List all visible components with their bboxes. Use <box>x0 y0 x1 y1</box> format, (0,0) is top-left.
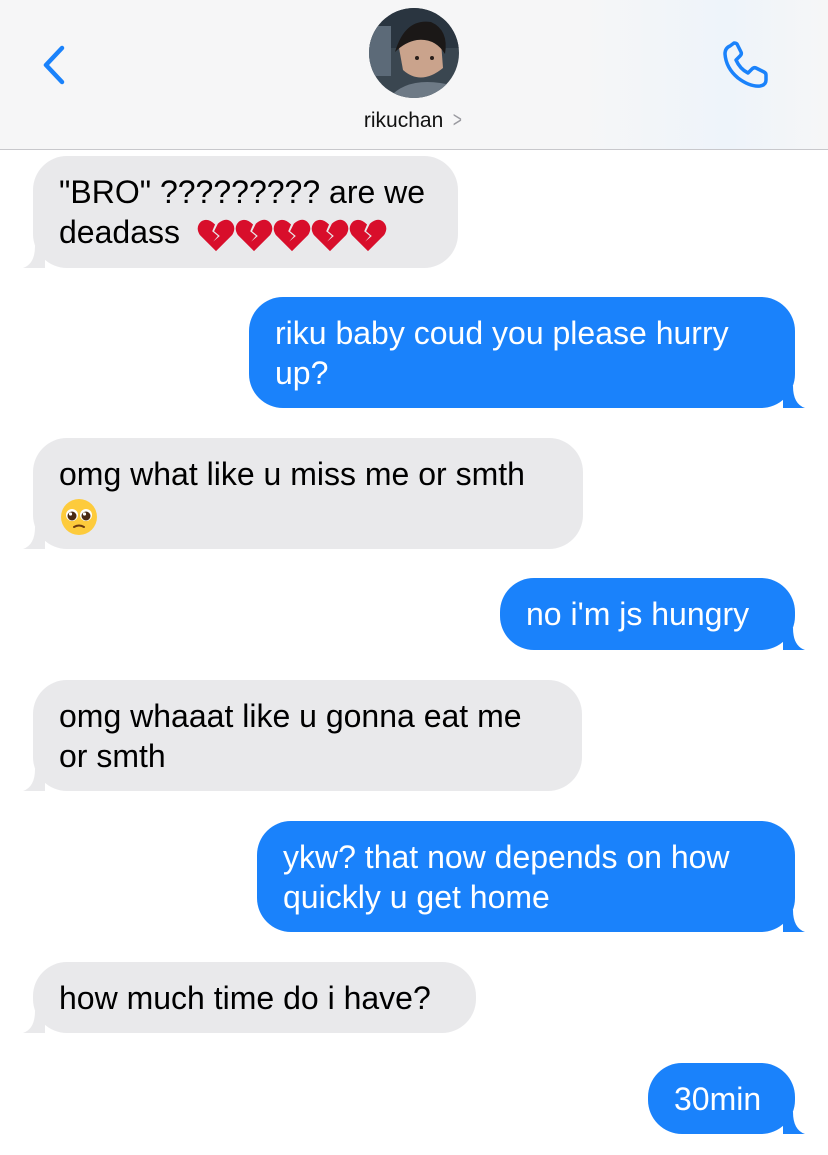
message-outgoing[interactable]: no i'm js hungry <box>500 578 805 650</box>
chevron-right-icon: > <box>453 107 463 132</box>
message-outgoing[interactable]: ykw? that now depends on how quickly u g… <box>257 821 805 932</box>
message-incoming[interactable]: omg what like u miss me or smth <box>23 438 583 549</box>
message-incoming[interactable]: omg whaaat like u gonna eat me or smth <box>23 680 582 791</box>
message-text: ykw? that now depends on how quickly u g… <box>283 839 730 915</box>
contact-name-button[interactable]: rikuchan > <box>0 107 828 133</box>
message-text: 30min <box>674 1081 762 1117</box>
conversation-header: rikuchan > <box>0 0 828 150</box>
message-text: omg what like u miss me or smth <box>59 456 525 492</box>
back-button[interactable] <box>36 40 76 90</box>
broken-heart-icon <box>349 219 387 251</box>
call-button[interactable] <box>716 40 772 90</box>
phone-icon <box>723 41 768 88</box>
pleading-face-icon <box>61 498 97 535</box>
chevron-left-icon <box>43 45 65 85</box>
message-outgoing[interactable]: 30min <box>648 1063 805 1134</box>
message-text: how much time do i have? <box>59 980 431 1016</box>
broken-heart-icon <box>311 219 349 251</box>
message-text: omg whaaat like u gonna eat me or smth <box>59 698 522 774</box>
contact-name: rikuchan <box>363 109 444 132</box>
broken-heart-emoji-group <box>197 212 387 253</box>
message-text: riku baby coud you please hurry up? <box>275 315 729 391</box>
message-incoming[interactable]: how much time do i have? <box>23 962 476 1033</box>
message-incoming[interactable]: "BRO" ????????? are we deadass <box>23 156 458 268</box>
broken-heart-icon <box>197 219 235 251</box>
contact-avatar[interactable] <box>369 8 459 98</box>
broken-heart-icon <box>273 219 311 251</box>
message-outgoing[interactable]: riku baby coud you please hurry up? <box>249 297 805 408</box>
message-text: no i'm js hungry <box>526 596 750 632</box>
broken-heart-icon <box>235 219 273 251</box>
